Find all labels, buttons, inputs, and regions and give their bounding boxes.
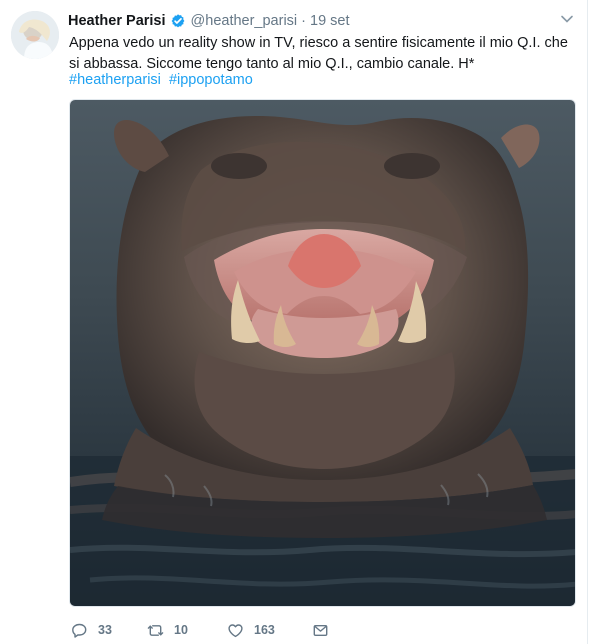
hashtag-link-heatherparisi[interactable]: #heatherparisi	[69, 72, 161, 88]
tweet-header: Heather Parisi @heather_parisi · 19 set	[68, 11, 572, 31]
like-count: 163	[254, 623, 275, 637]
direct-message-button[interactable]	[312, 622, 329, 639]
like-icon	[228, 623, 243, 637]
chevron-down-icon[interactable]	[560, 12, 574, 26]
author-handle[interactable]: @heather_parisi	[191, 13, 298, 29]
avatar-photo	[11, 11, 59, 59]
time-separator: ·	[301, 13, 306, 29]
tweet-actions: 33 10 163	[71, 620, 329, 640]
tweet-text: Appena vedo un reality show in TV, riesc…	[69, 35, 568, 72]
direct-message-icon	[313, 624, 328, 636]
avatar[interactable]	[11, 11, 59, 59]
hippopotamus-image	[70, 100, 575, 606]
tweet-card: Heather Parisi @heather_parisi · 19 set …	[0, 0, 592, 644]
author-name[interactable]: Heather Parisi	[68, 13, 166, 29]
timeline-border	[587, 0, 588, 644]
tweet-photo[interactable]	[69, 99, 576, 607]
retweet-icon	[147, 624, 164, 636]
tweet-date[interactable]: 19 set	[310, 13, 350, 29]
hashtag-link-ippopotamo[interactable]: #ippopotamo	[169, 72, 253, 88]
verified-badge-icon	[170, 13, 186, 29]
like-button[interactable]: 163	[227, 622, 312, 639]
reply-count: 33	[98, 623, 112, 637]
retweet-count: 10	[174, 623, 188, 637]
reply-icon	[72, 623, 87, 638]
retweet-button[interactable]: 10	[147, 622, 227, 639]
reply-button[interactable]: 33	[71, 622, 147, 639]
tweet-hashtags: #heatherparisi #ippopotamo	[69, 70, 253, 90]
